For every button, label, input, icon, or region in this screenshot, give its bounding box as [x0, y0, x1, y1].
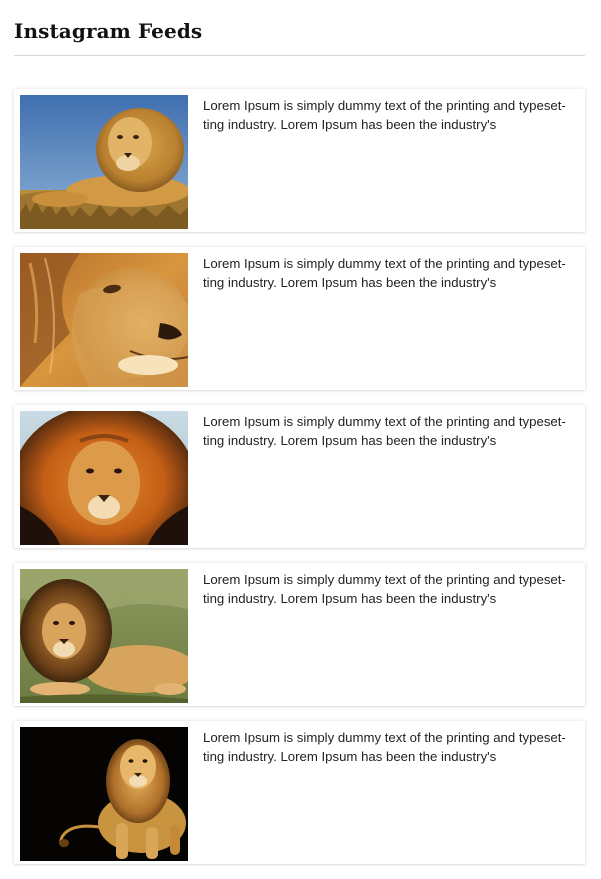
feed-item[interactable]: Lorem Ipsum is simply dummy text of the … — [14, 247, 585, 390]
lion-face-image — [20, 411, 188, 545]
title-divider — [14, 55, 585, 56]
feed-list: Lorem Ipsum is simply dummy text of the … — [14, 89, 585, 864]
feed-item[interactable]: Lorem Ipsum is simply dummy text of the … — [14, 563, 585, 706]
instagram-feeds-widget: Instagram Feeds Lorem Ipsum is simply du… — [14, 0, 585, 879]
feed-item[interactable]: Lorem Ipsum is simply dummy text of the … — [14, 721, 585, 864]
feed-caption: Lorem Ipsum is simply dummy text of the … — [203, 256, 566, 290]
feed-caption: Lorem Ipsum is simply dummy text of the … — [203, 572, 566, 606]
feed-caption: Lorem Ipsum is simply dummy text of the … — [203, 730, 566, 764]
lion-lying-image — [20, 95, 188, 229]
feed-caption: Lorem Ipsum is simply dummy text of the … — [203, 414, 566, 448]
feed-image[interactable] — [20, 253, 188, 387]
feed-image[interactable] — [20, 569, 188, 703]
lion-resting-image — [20, 569, 188, 703]
feed-item[interactable]: Lorem Ipsum is simply dummy text of the … — [14, 405, 585, 548]
feed-image[interactable] — [20, 727, 188, 861]
lion-profile-image — [20, 253, 188, 387]
lion-walking-image — [20, 727, 188, 861]
feed-image[interactable] — [20, 411, 188, 545]
widget-title: Instagram Feeds — [14, 19, 203, 43]
feed-image[interactable] — [20, 95, 188, 229]
feed-item[interactable]: Lorem Ipsum is simply dummy text of the … — [14, 89, 585, 232]
feed-caption: Lorem Ipsum is simply dummy text of the … — [203, 98, 566, 132]
